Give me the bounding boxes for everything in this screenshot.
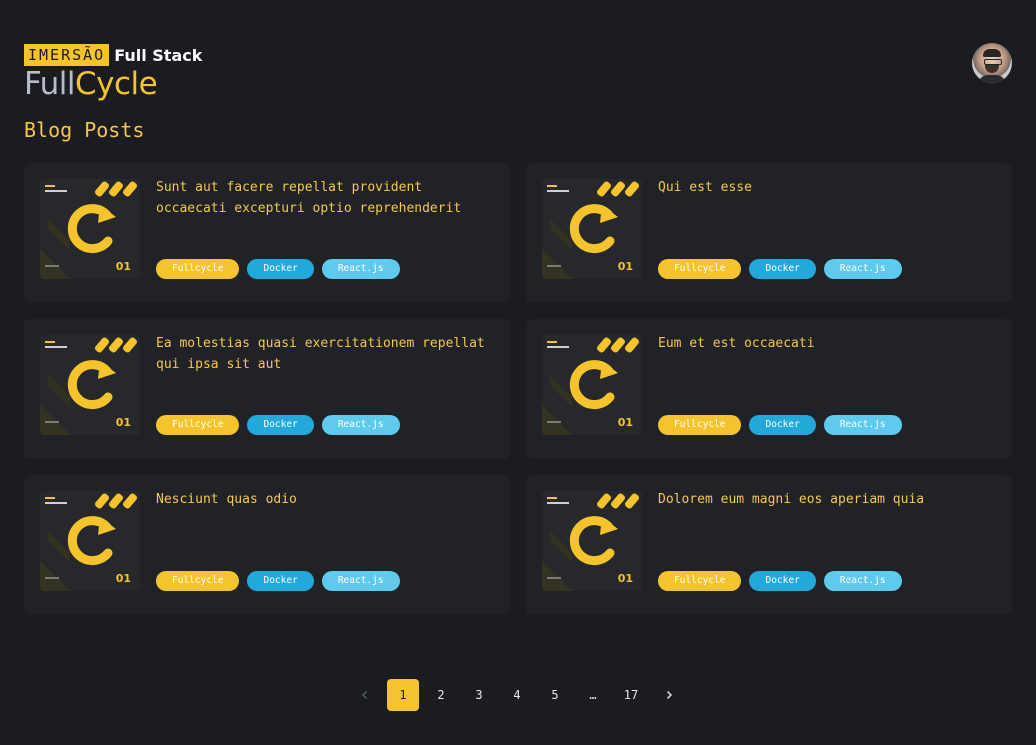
post-thumbnail: 01 xyxy=(40,179,140,279)
logo-fullstack-label: Full Stack xyxy=(114,45,203,65)
post-tags: Fullcycle Docker React.js xyxy=(156,259,400,279)
pagination: 1 2 3 4 5 … 17 xyxy=(346,678,688,711)
post-tags: Fullcycle Docker React.js xyxy=(156,571,400,591)
page-title: Blog Posts xyxy=(24,118,145,142)
thumbnail-badge: 01 xyxy=(617,572,633,585)
post-thumbnail: 01 xyxy=(40,335,140,435)
tag-docker[interactable]: Docker xyxy=(749,259,816,279)
tag-fullcycle[interactable]: Fullcycle xyxy=(156,415,240,435)
tag-reactjs[interactable]: React.js xyxy=(321,415,400,435)
fullcycle-logo[interactable]: IMERSÃO Full Stack FullCycle xyxy=(24,44,202,101)
tag-docker[interactable]: Docker xyxy=(247,415,314,435)
logo-cycle-text: Cycle xyxy=(75,66,158,102)
post-tags: Fullcycle Docker React.js xyxy=(658,415,902,435)
post-tags: Fullcycle Docker React.js xyxy=(658,259,902,279)
post-title[interactable]: Sunt aut facere repellat provident occae… xyxy=(156,177,492,219)
post-card[interactable]: 01 Qui est esse Fullcycle Docker React.j… xyxy=(526,163,1012,303)
page-button-2[interactable]: 2 xyxy=(425,679,457,711)
post-title[interactable]: Ea molestias quasi exercitationem repell… xyxy=(156,333,492,375)
tag-fullcycle[interactable]: Fullcycle xyxy=(156,259,240,279)
tag-docker[interactable]: Docker xyxy=(247,259,314,279)
post-title[interactable]: Nesciunt quas odio xyxy=(156,489,492,510)
tag-docker[interactable]: Docker xyxy=(749,571,816,591)
tag-reactjs[interactable]: React.js xyxy=(823,415,902,435)
chevron-right-icon xyxy=(666,690,673,699)
post-title[interactable]: Eum et est occaecati xyxy=(658,333,994,354)
tag-fullcycle[interactable]: Fullcycle xyxy=(658,415,742,435)
post-grid: 01 Sunt aut facere repellat provident oc… xyxy=(24,163,1012,615)
post-card[interactable]: 01 Sunt aut facere repellat provident oc… xyxy=(24,163,510,303)
post-card[interactable]: 01 Eum et est occaecati Fullcycle Docker… xyxy=(526,319,1012,459)
post-tags: Fullcycle Docker React.js xyxy=(658,571,902,591)
page-button-4[interactable]: 4 xyxy=(501,679,533,711)
tag-reactjs[interactable]: React.js xyxy=(321,571,400,591)
tag-fullcycle[interactable]: Fullcycle xyxy=(156,571,240,591)
post-card[interactable]: 01 Dolorem eum magni eos aperiam quia Fu… xyxy=(526,475,1012,615)
tag-docker[interactable]: Docker xyxy=(749,415,816,435)
post-title[interactable]: Qui est esse xyxy=(658,177,994,198)
tag-fullcycle[interactable]: Fullcycle xyxy=(658,259,742,279)
page-button-1[interactable]: 1 xyxy=(387,678,419,711)
tag-docker[interactable]: Docker xyxy=(247,571,314,591)
tag-reactjs[interactable]: React.js xyxy=(823,259,902,279)
post-thumbnail: 01 xyxy=(40,491,140,591)
post-card[interactable]: 01 Nesciunt quas odio Fullcycle Docker R… xyxy=(24,475,510,615)
page-button-5[interactable]: 5 xyxy=(539,679,571,711)
post-tags: Fullcycle Docker React.js xyxy=(156,415,400,435)
thumbnail-badge: 01 xyxy=(617,416,633,429)
post-thumbnail: 01 xyxy=(542,179,642,279)
logo-full-text: Full xyxy=(24,66,76,102)
page-button-17[interactable]: 17 xyxy=(615,679,647,711)
header: IMERSÃO Full Stack FullCycle xyxy=(24,43,1012,104)
post-thumbnail: 01 xyxy=(542,335,642,435)
post-card[interactable]: 01 Ea molestias quasi exercitationem rep… xyxy=(24,319,510,459)
pagination-ellipsis: … xyxy=(589,687,597,702)
post-title[interactable]: Dolorem eum magni eos aperiam quia xyxy=(658,489,994,510)
thumbnail-badge: 01 xyxy=(617,260,633,273)
post-thumbnail: 01 xyxy=(542,491,642,591)
page-button-3[interactable]: 3 xyxy=(463,679,495,711)
thumbnail-badge: 01 xyxy=(115,572,131,585)
chevron-left-icon xyxy=(361,690,368,699)
tag-reactjs[interactable]: React.js xyxy=(823,571,902,591)
thumbnail-badge: 01 xyxy=(115,260,131,273)
tag-reactjs[interactable]: React.js xyxy=(321,259,400,279)
tag-fullcycle[interactable]: Fullcycle xyxy=(658,571,742,591)
prev-page-button[interactable] xyxy=(349,679,381,711)
thumbnail-badge: 01 xyxy=(115,416,131,429)
logo-imersao-label: IMERSÃO xyxy=(24,44,110,66)
next-page-button[interactable] xyxy=(653,679,685,711)
user-avatar[interactable] xyxy=(972,43,1012,83)
